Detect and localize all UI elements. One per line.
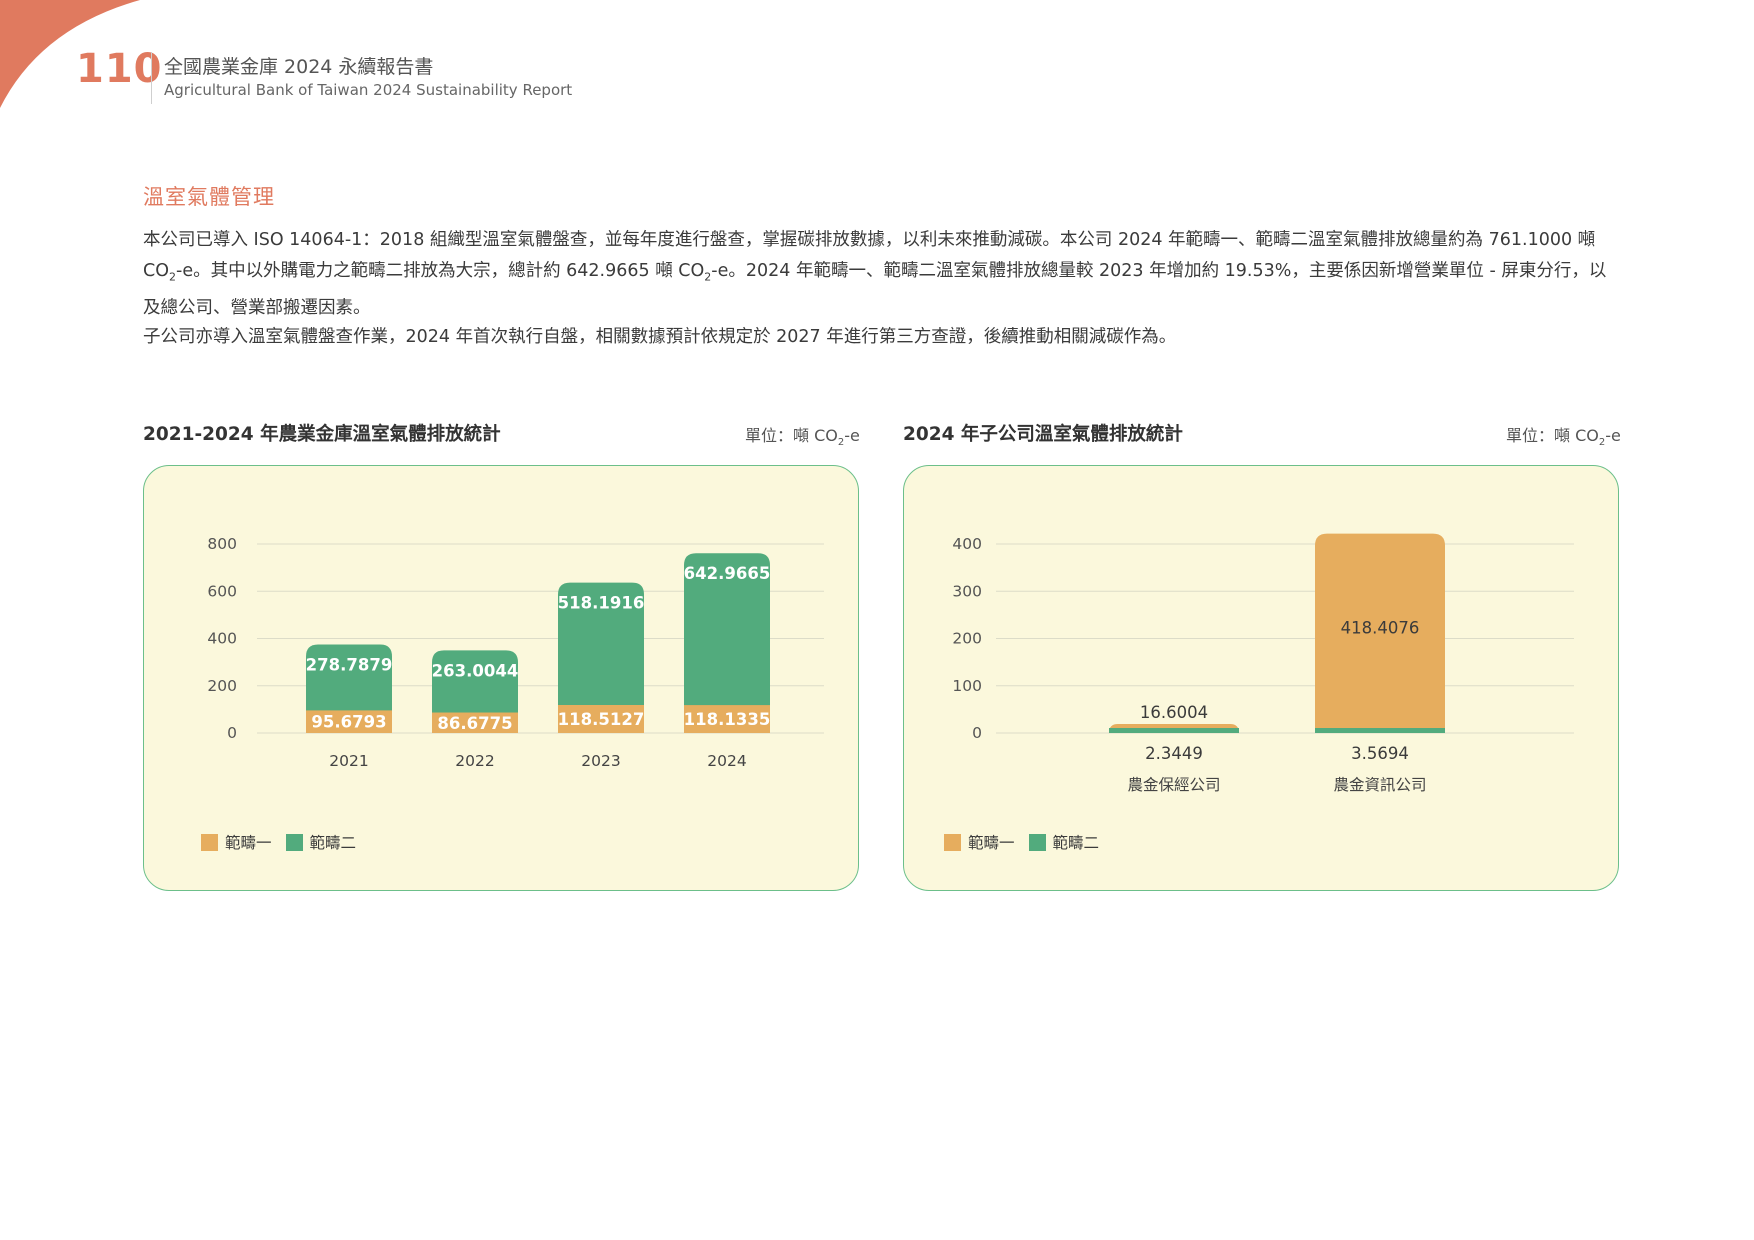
y-tick-label: 0 <box>227 724 237 742</box>
y-tick-label: 100 <box>952 677 982 695</box>
x-category-label: 2023 <box>581 752 620 770</box>
legend-label-scope2: 範疇二 <box>309 834 357 852</box>
y-tick-label: 0 <box>972 724 982 742</box>
data-label-scope2: 518.1916 <box>558 594 645 613</box>
page-number: 110 <box>76 46 163 92</box>
chart2-panel: 0 100 200 300 400 16.6004 2.3449 農金保經公司 418.4076… <box>903 465 1619 891</box>
data-label-scope2: 278.7879 <box>306 656 393 675</box>
legend-item-scope2: 範疇二 <box>285 831 357 853</box>
unit-suffix: -e <box>1605 426 1621 445</box>
legend-label-scope1: 範疇一 <box>225 834 272 852</box>
x-category-label: 農金保經公司 <box>1127 776 1220 794</box>
y-tick-label: 600 <box>207 582 237 600</box>
unit-prefix: 單位：噸 CO <box>745 426 838 445</box>
chart1-unit: 單位：噸 CO2-e <box>745 422 860 448</box>
y-tick-label: 200 <box>207 677 237 695</box>
x-category-label: 2021 <box>329 752 368 770</box>
report-title-zh: 全國農業金庫 2024 永續報告書 <box>164 56 434 78</box>
legend-item-scope1: 範疇一 <box>201 831 272 853</box>
paragraph-emissions-summary: 本公司已導入 ISO 14064-1：2018 組織型溫室氣體盤查，並每年度進行… <box>143 225 1623 324</box>
data-label-scope1: 118.5127 <box>558 710 645 729</box>
data-label-scope2: 263.0044 <box>432 661 519 680</box>
data-label-scope1: 86.6775 <box>437 714 512 733</box>
chart1-panel: 0 200 400 600 800 95.6793 278.7879 2021 86.6775 2… <box>143 465 859 891</box>
legend-item-scope2: 範疇二 <box>1028 831 1100 853</box>
y-tick-label: 300 <box>952 582 982 600</box>
x-category-label: 2022 <box>455 752 494 770</box>
legend-label-scope2: 範疇二 <box>1052 834 1100 852</box>
chart2-title: 2024 年子公司溫室氣體排放統計 <box>903 424 1183 445</box>
legend-swatch-scope1 <box>944 833 961 851</box>
data-label-scope2: 2.3449 <box>1145 744 1203 763</box>
legend-item-scope1: 範疇一 <box>944 831 1015 853</box>
chart1-legend: 範疇一 範疇二 <box>201 831 356 853</box>
chart2-legend: 範疇一 範疇二 <box>944 831 1099 853</box>
y-tick-label: 800 <box>207 535 237 553</box>
report-title-en: Agricultural Bank of Taiwan 2024 Sustain… <box>164 81 573 99</box>
legend-label-scope1: 範疇一 <box>968 834 1015 852</box>
legend-swatch-scope2 <box>1028 833 1046 851</box>
legend-swatch-scope2 <box>285 833 303 851</box>
co2-subscript: 2 <box>169 270 176 284</box>
paragraph-subsidiary: 子公司亦導入溫室氣體盤查作業，2024 年首次執行自盤，相關數據預計依規定於 2… <box>143 327 1177 347</box>
data-label-scope1: 95.6793 <box>311 713 386 732</box>
unit-suffix: -e <box>844 426 860 445</box>
data-label-scope2: 3.5694 <box>1351 744 1409 763</box>
chart1-title: 2021-2024 年農業金庫溫室氣體排放統計 <box>143 424 501 445</box>
x-category-label: 2024 <box>707 752 746 770</box>
y-tick-label: 400 <box>207 630 237 648</box>
chart2-unit: 單位：噸 CO2-e <box>1506 422 1621 448</box>
data-label-scope1: 418.4076 <box>1341 618 1420 637</box>
bar-scope2 <box>1315 728 1445 733</box>
section-title: 溫室氣體管理 <box>143 185 275 209</box>
unit-prefix: 單位：噸 CO <box>1506 426 1599 445</box>
para1-text-b: -e。其中以外購電力之範疇二排放為大宗，總計約 642.9665 噸 CO <box>176 261 705 281</box>
legend-swatch-scope1 <box>201 833 218 851</box>
y-tick-label: 200 <box>952 630 982 648</box>
y-tick-label: 400 <box>952 535 982 553</box>
x-category-label: 農金資訊公司 <box>1333 776 1426 794</box>
chart1-plot: 0 200 400 600 800 95.6793 278.7879 2021 86.6775 2… <box>207 535 824 770</box>
data-label-scope2: 642.9665 <box>684 564 771 583</box>
bar-scope2 <box>1109 728 1239 733</box>
header-divider <box>151 52 152 104</box>
data-label-scope1: 118.1335 <box>684 710 771 729</box>
data-label-scope1: 16.6004 <box>1140 703 1208 722</box>
chart2-plot: 0 100 200 300 400 16.6004 2.3449 農金保經公司 418.4076… <box>952 533 1574 794</box>
